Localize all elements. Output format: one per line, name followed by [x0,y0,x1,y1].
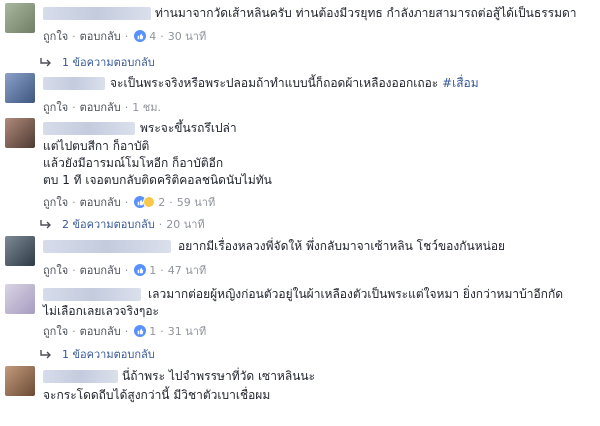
avatar[interactable] [5,366,35,396]
commenter-name[interactable] [43,370,118,383]
comment-text-line: แล้วยังมีอารมณ์โมโหอีก ก็อาบัติอีก [43,156,224,170]
avatar[interactable] [5,284,35,314]
comment-actions: ถูกใจ · ตอบกลับ · 2 · 59 นาที [43,193,215,211]
comment-text-line: จะกระโดดถีบได้สูงกว่านี้ มีวิชาตัวเบาเชื… [43,388,271,402]
haha-icon [143,196,156,208]
reply-arrow-icon [40,349,52,359]
avatar[interactable] [5,3,35,33]
comment-text: จะเป็นพระจริงหรือพระปลอมถ้าทำแบบนี้ก็ถอด… [110,76,479,90]
commenter-name[interactable] [43,122,135,135]
comment-text-line: แต่ไปตบสีกา ก็อาบัติ [43,139,150,153]
comment-text-line: ไม่เลือกเลยเลวจริงๆอะ [43,304,159,318]
reply-link[interactable]: ตอบกลับ [80,193,121,211]
timestamp[interactable]: 47 นาที [168,261,206,279]
timestamp[interactable]: 31 นาที [168,322,206,340]
replies-link[interactable]: 1 ข้อความตอบกลับ [40,53,155,71]
comment-actions: ถูกใจ · ตอบกลับ · 1 ชม. [43,98,161,116]
comment-text-line: เลวมากต่อยผู้หญิงก่อนตัวอยู่ในผ้าเหลืองต… [148,287,563,301]
commenter-name[interactable] [43,7,151,20]
comment-text-line: นี่ถ้าพระ ไปจำพรรษาที่วัด เซาหลินนะ [122,369,316,383]
hashtag-link[interactable]: #เสื่อม [442,76,479,90]
comment-text: อยากมีเรื่องหลวงพี่จัดให้ พึ่งกลับมาจาเซ… [178,239,506,253]
replies-timestamp: 20 นาที [166,218,205,231]
reply-link[interactable]: ตอบกลับ [80,98,121,116]
like-icon [134,264,147,276]
like-link[interactable]: ถูกใจ [43,193,68,211]
like-link[interactable]: ถูกใจ [43,322,68,340]
reply-arrow-icon [40,57,52,67]
like-icon [134,325,147,337]
like-link[interactable]: ถูกใจ [43,261,68,279]
comment-actions: ถูกใจ · ตอบกลับ · 1 · 47 นาที [43,261,206,279]
reply-link[interactable]: ตอบกลับ [80,27,121,45]
like-icon [134,30,147,42]
comment-actions: ถูกใจ · ตอบกลับ · 4 · 30 นาที [43,27,206,45]
like-link[interactable]: ถูกใจ [43,27,68,45]
commenter-name[interactable] [43,240,171,253]
commenter-name[interactable] [43,288,141,301]
comment-text-line: พระจะขึ้นรถรึเปล่า [140,121,237,135]
timestamp[interactable]: 1 ชม. [132,98,161,116]
avatar[interactable] [5,236,35,266]
reply-link[interactable]: ตอบกลับ [80,322,121,340]
replies-link[interactable]: 2 ข้อความตอบกลับ · 20 นาที [40,215,205,233]
comment-text: ท่านมาจากวัดเส้าหลินครับ ท่านต้องมีวรยุท… [155,6,577,20]
avatar[interactable] [5,73,35,103]
reply-link[interactable]: ตอบกลับ [80,261,121,279]
reactions[interactable]: 2 [134,196,165,209]
avatar[interactable] [5,118,35,148]
commenter-name[interactable] [43,77,105,90]
reactions[interactable]: 4 [134,30,156,43]
reactions[interactable]: 1 [134,325,156,338]
like-link[interactable]: ถูกใจ [43,98,68,116]
comment-text-line: ตบ 1 ที เจอตบกลับติดคริติคอลชนิดนับไม่ทั… [43,173,272,187]
timestamp[interactable]: 59 นาที [177,193,215,211]
reactions[interactable]: 1 [134,264,156,277]
replies-link[interactable]: 1 ข้อความตอบกลับ [40,345,155,363]
reply-arrow-icon [40,219,52,229]
timestamp[interactable]: 30 นาที [168,27,206,45]
comment-actions: ถูกใจ · ตอบกลับ · 1 · 31 นาที [43,322,206,340]
